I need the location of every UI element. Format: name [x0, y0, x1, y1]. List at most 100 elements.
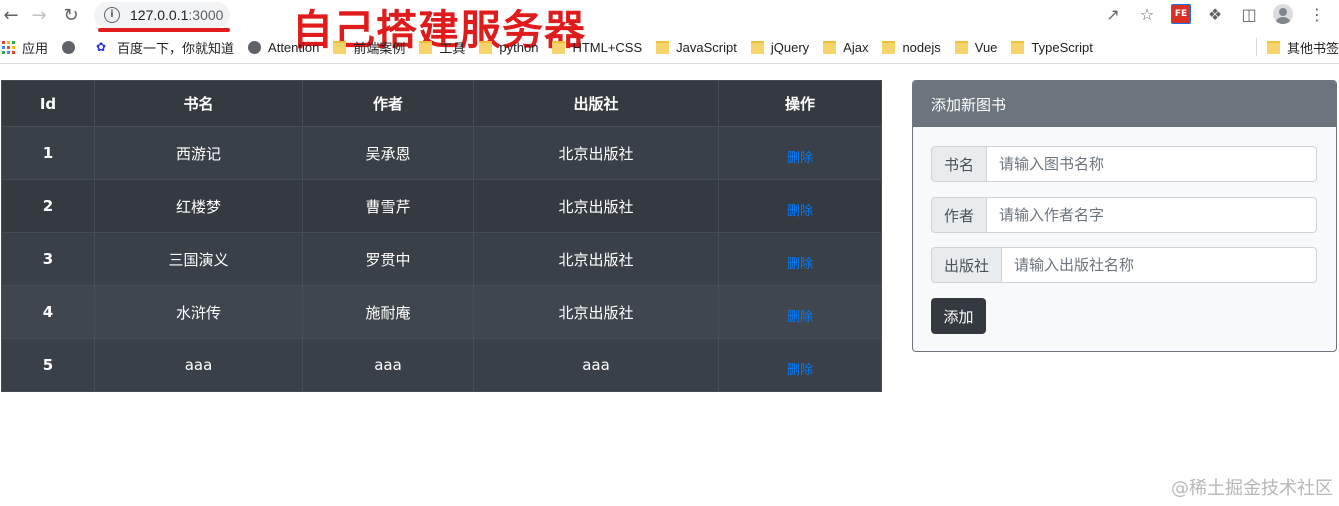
cell-id: 3	[1, 232, 95, 286]
cell-action: 删除	[718, 285, 882, 339]
cell-publisher: 北京出版社	[473, 285, 719, 339]
books-table: Id 书名 作者 出版社 操作 1 西游记 吴承恩 北京出版社 删除 2 红楼梦…	[1, 80, 882, 392]
extensions-puzzle-icon[interactable]: ❖	[1205, 4, 1225, 24]
table-row: 4 水浒传 施耐庵 北京出版社 删除	[1, 285, 882, 339]
publisher-input[interactable]	[1002, 247, 1317, 283]
baidu-paw-icon: ✿	[96, 40, 107, 54]
bookmark-folder-ajax[interactable]: Ajax	[823, 40, 868, 55]
card-title: 添加新图书	[913, 81, 1336, 127]
cell-action: 删除	[718, 338, 882, 392]
side-panel-icon[interactable]: ◫	[1239, 4, 1259, 24]
bookmark-folder-htmlcss[interactable]: HTML+CSS	[552, 40, 642, 55]
cell-publisher: 北京出版社	[473, 232, 719, 286]
folder-icon	[333, 40, 347, 54]
globe-icon	[62, 40, 76, 54]
folder-icon	[479, 40, 493, 54]
toolbar-divider	[0, 63, 1339, 64]
folder-icon	[1011, 40, 1025, 54]
cell-action: 删除	[718, 232, 882, 286]
bookmark-folder-typescript[interactable]: TypeScript	[1011, 40, 1093, 55]
browser-toolbar: ← → ↻ i 127.0.0.1:3000 ↗ ☆ FE ❖ ◫ ⋮	[0, 0, 1339, 30]
author-label: 作者	[931, 197, 987, 233]
delete-link[interactable]: 删除	[787, 151, 813, 166]
table-row: 1 西游记 吴承恩 北京出版社 删除	[1, 126, 882, 180]
table-row: 2 红楼梦 曹雪芹 北京出版社 删除	[1, 179, 882, 233]
cell-publisher: 北京出版社	[473, 179, 719, 233]
bookmark-folder-python[interactable]: python	[479, 40, 538, 55]
column-header-author: 作者	[302, 80, 474, 127]
back-arrow-icon[interactable]: ←	[0, 4, 22, 26]
author-input[interactable]	[987, 197, 1317, 233]
cell-book-name: 红楼梦	[94, 179, 303, 233]
bookmark-folder-nodejs[interactable]: nodejs	[882, 40, 941, 55]
book-name-label: 书名	[931, 146, 987, 182]
folder-icon	[656, 40, 670, 54]
bookmark-folder-javascript[interactable]: JavaScript	[656, 40, 737, 55]
bookmark-apps[interactable]: 应用	[2, 38, 48, 57]
profile-avatar[interactable]	[1273, 4, 1293, 24]
delete-link[interactable]: 删除	[787, 257, 813, 272]
cell-book-name: 三国演义	[94, 232, 303, 286]
column-header-id: Id	[1, 80, 95, 127]
apps-icon	[2, 40, 15, 54]
bookmark-folder-vue[interactable]: Vue	[954, 40, 997, 55]
globe-icon	[248, 40, 262, 54]
table-row: 5 aaa aaa aaa 删除	[1, 338, 882, 392]
cell-author: aaa	[302, 338, 474, 392]
cell-action: 删除	[718, 179, 882, 233]
publisher-group: 出版社	[931, 247, 1317, 283]
cell-id: 2	[1, 179, 95, 233]
cell-id: 1	[1, 126, 95, 180]
bookmark-folder-jquery[interactable]: jQuery	[750, 40, 809, 55]
cell-book-name: 水浒传	[94, 285, 303, 339]
folder-icon	[750, 40, 764, 54]
reload-icon[interactable]: ↻	[60, 4, 82, 26]
book-name-group: 书名	[931, 146, 1317, 182]
delete-link[interactable]: 删除	[787, 310, 813, 325]
cell-id: 5	[1, 338, 95, 392]
cell-publisher: 北京出版社	[473, 126, 719, 180]
share-icon[interactable]: ↗	[1103, 4, 1123, 24]
folder-icon	[419, 40, 433, 54]
address-bar[interactable]: i 127.0.0.1:3000	[94, 2, 230, 28]
cell-publisher: aaa	[473, 338, 719, 392]
bookmark-folder-frontend[interactable]: 前端案例	[333, 38, 405, 57]
cell-author: 吴承恩	[302, 126, 474, 180]
watermark: @稀土掘金技术社区	[1171, 478, 1333, 499]
delete-link[interactable]: 删除	[787, 363, 813, 378]
bookmarks-separator	[1255, 38, 1257, 56]
book-name-input[interactable]	[987, 146, 1317, 182]
add-book-button[interactable]: 添加	[931, 298, 986, 334]
forward-arrow-icon[interactable]: →	[28, 4, 50, 26]
bookmarks-bar: 应用 ✿ 百度一下，你就知道 Attention 前端案例 工具 python H…	[0, 34, 1339, 60]
bookmark-globe[interactable]	[62, 40, 82, 54]
add-book-card: 添加新图书 书名 作者 出版社 添加	[912, 80, 1337, 352]
cell-book-name: aaa	[94, 338, 303, 392]
fe-extension-icon[interactable]: FE	[1171, 4, 1191, 24]
publisher-label: 出版社	[931, 247, 1002, 283]
cell-author: 曹雪芹	[302, 179, 474, 233]
cell-author: 罗贯中	[302, 232, 474, 286]
bookmark-baidu[interactable]: ✿ 百度一下，你就知道	[96, 38, 234, 57]
column-header-publisher: 出版社	[473, 80, 719, 127]
bookmark-folder-tools[interactable]: 工具	[419, 38, 465, 57]
bookmark-attention[interactable]: Attention	[248, 40, 319, 55]
cell-author: 施耐庵	[302, 285, 474, 339]
url-text: 127.0.0.1:3000	[130, 7, 224, 23]
table-header-row: Id 书名 作者 出版社 操作	[1, 80, 882, 127]
menu-kebab-icon[interactable]: ⋮	[1307, 4, 1327, 24]
cell-action: 删除	[718, 126, 882, 180]
cell-book-name: 西游记	[94, 126, 303, 180]
folder-icon	[1266, 40, 1280, 54]
column-header-action: 操作	[718, 80, 882, 127]
folder-icon	[882, 40, 896, 54]
bookmark-other[interactable]: 其他书签	[1266, 38, 1339, 57]
cell-id: 4	[1, 285, 95, 339]
author-group: 作者	[931, 197, 1317, 233]
folder-icon	[823, 40, 837, 54]
site-info-icon[interactable]: i	[104, 7, 120, 23]
delete-link[interactable]: 删除	[787, 204, 813, 219]
bookmark-star-icon[interactable]: ☆	[1137, 4, 1157, 24]
url-red-underline	[98, 28, 230, 32]
folder-icon	[954, 40, 968, 54]
